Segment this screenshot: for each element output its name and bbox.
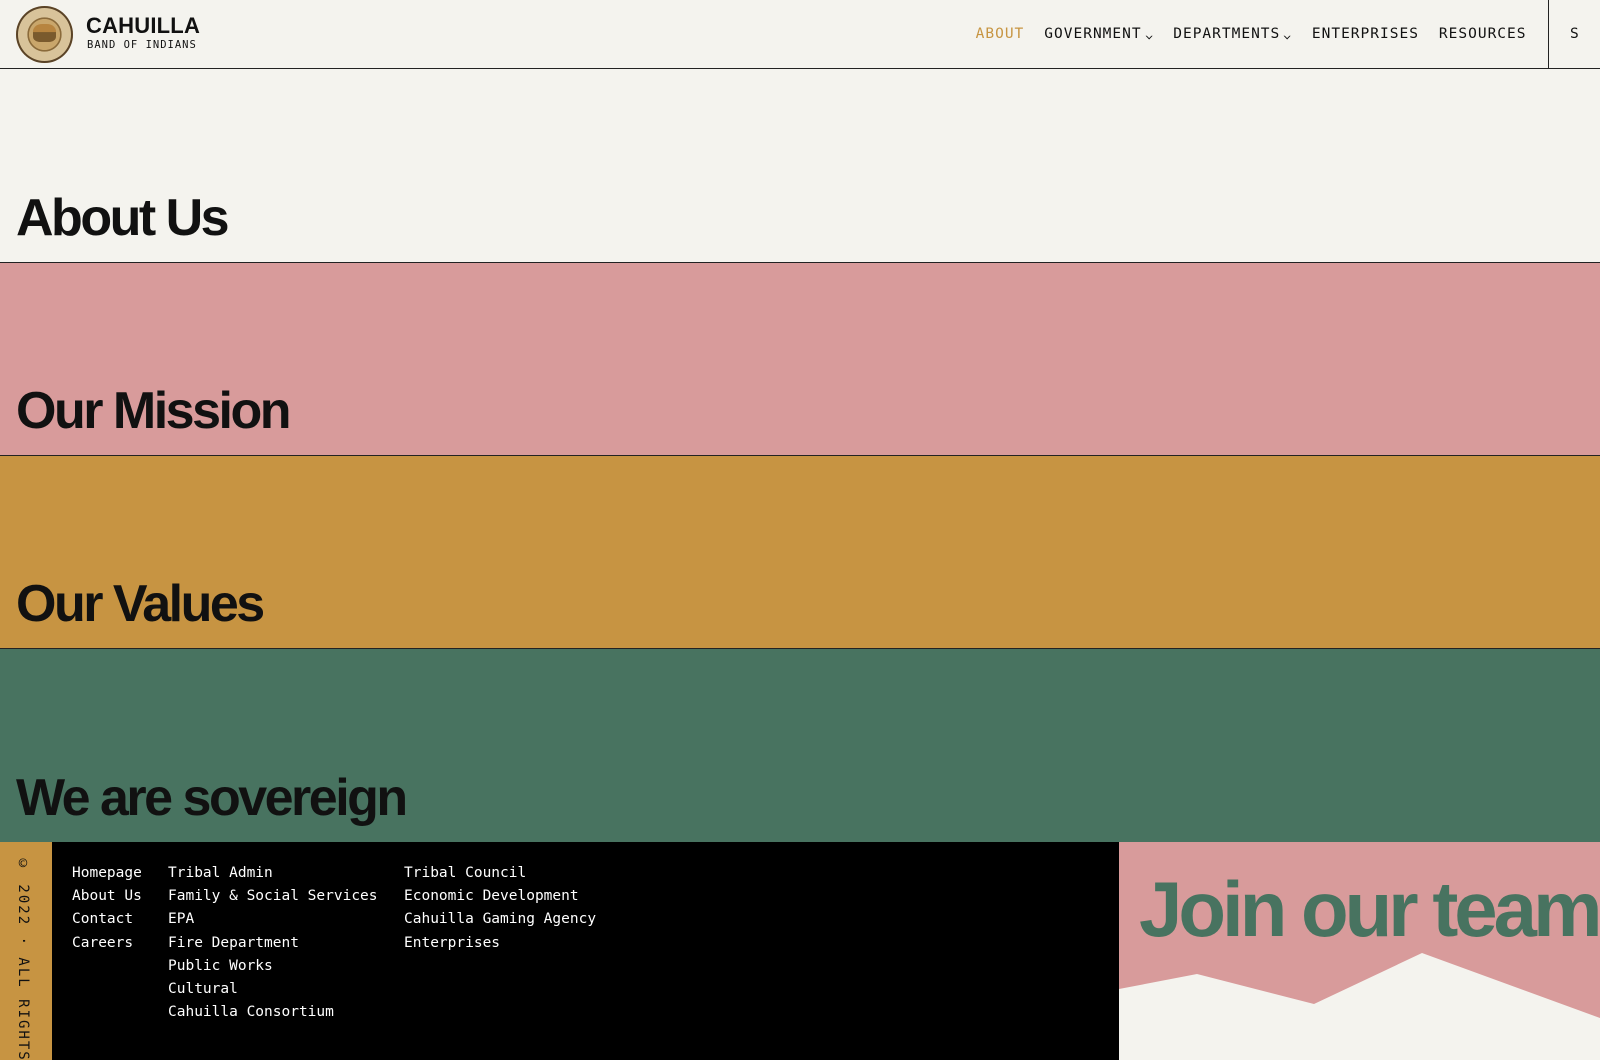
footer-column-government: Tribal Council Economic Development Cahu… — [404, 862, 596, 955]
our-mission-section[interactable]: Our Mission — [0, 263, 1600, 456]
nav-resources[interactable]: RESOURCES — [1439, 26, 1527, 42]
footer-link-careers[interactable]: Careers — [72, 932, 142, 955]
main-nav: ABOUT GOVERNMENT ⌄ DEPARTMENTS ⌄ ENTERPR… — [956, 0, 1600, 68]
nav-enterprises[interactable]: ENTERPRISES — [1312, 26, 1419, 42]
brand-title[interactable]: CAHUILLA — [86, 13, 200, 39]
footer-link-cultural[interactable]: Cultural — [168, 978, 378, 1001]
our-values-section[interactable]: Our Values — [0, 456, 1600, 649]
footer-link-fire-department[interactable]: Fire Department — [168, 932, 378, 955]
nav-departments-label: DEPARTMENTS — [1173, 26, 1281, 42]
nav-government-label: GOVERNMENT — [1044, 26, 1142, 42]
nav-resources-label: RESOURCES — [1438, 26, 1527, 42]
nav-clipped-item[interactable]: S — [1549, 26, 1600, 42]
footer-link-gaming-agency[interactable]: Cahuilla Gaming Agency — [404, 908, 596, 931]
footer-column-departments: Tribal Admin Family & Social Services EP… — [168, 862, 378, 1024]
footer-link-tribal-admin[interactable]: Tribal Admin — [168, 862, 378, 885]
join-our-team-panel[interactable]: Join our team — [1119, 842, 1600, 1060]
footer-link-cahuilla-consortium[interactable]: Cahuilla Consortium — [168, 1001, 378, 1024]
site-header: CAHUILLA BAND OF INDIANS ABOUT GOVERNMEN… — [0, 0, 1600, 69]
chevron-down-icon: ⌄ — [1282, 27, 1294, 41]
chevron-down-icon: ⌄ — [1144, 27, 1155, 41]
about-us-heading: About Us — [16, 189, 230, 247]
footer-link-public-works[interactable]: Public Works — [168, 955, 378, 978]
our-mission-heading: Our Mission — [16, 382, 291, 440]
nav-departments[interactable]: DEPARTMENTS ⌄ — [1173, 26, 1292, 42]
footer-link-family-social-services[interactable]: Family & Social Services — [168, 885, 378, 908]
we-are-sovereign-section[interactable]: We are sovereign — [0, 649, 1600, 842]
we-are-sovereign-heading: We are sovereign — [16, 769, 408, 827]
footer-link-epa[interactable]: EPA — [168, 908, 378, 931]
footer-link-about-us[interactable]: About Us — [72, 885, 142, 908]
nav-enterprises-label: ENTERPRISES — [1311, 26, 1419, 42]
our-values-heading: Our Values — [16, 575, 265, 633]
about-us-section: About Us — [0, 69, 1600, 263]
site-footer: © 2022 · ALL RIGHTS Homepage About Us Co… — [0, 842, 1600, 1060]
nav-about[interactable]: ABOUT — [976, 26, 1025, 42]
seal-emblem — [33, 24, 56, 42]
footer-link-tribal-council[interactable]: Tribal Council — [404, 862, 596, 885]
footer-column-main: Homepage About Us Contact Careers — [72, 862, 142, 955]
footer-link-economic-development[interactable]: Economic Development — [404, 885, 596, 908]
brand-subtitle[interactable]: BAND OF INDIANS — [87, 39, 197, 51]
seal-logo[interactable] — [16, 6, 73, 63]
footer-link-contact[interactable]: Contact — [72, 908, 142, 931]
nav-about-label: ABOUT — [975, 26, 1025, 42]
nav-government[interactable]: GOVERNMENT ⌄ — [1044, 26, 1153, 42]
join-our-team-heading: Join our team — [1139, 865, 1600, 953]
copyright-strip: © 2022 · ALL RIGHTS — [0, 842, 52, 1060]
copyright-text: © 2022 · ALL RIGHTS — [15, 856, 31, 1060]
footer-link-homepage[interactable]: Homepage — [72, 862, 142, 885]
footer-link-enterprises[interactable]: Enterprises — [404, 932, 596, 955]
